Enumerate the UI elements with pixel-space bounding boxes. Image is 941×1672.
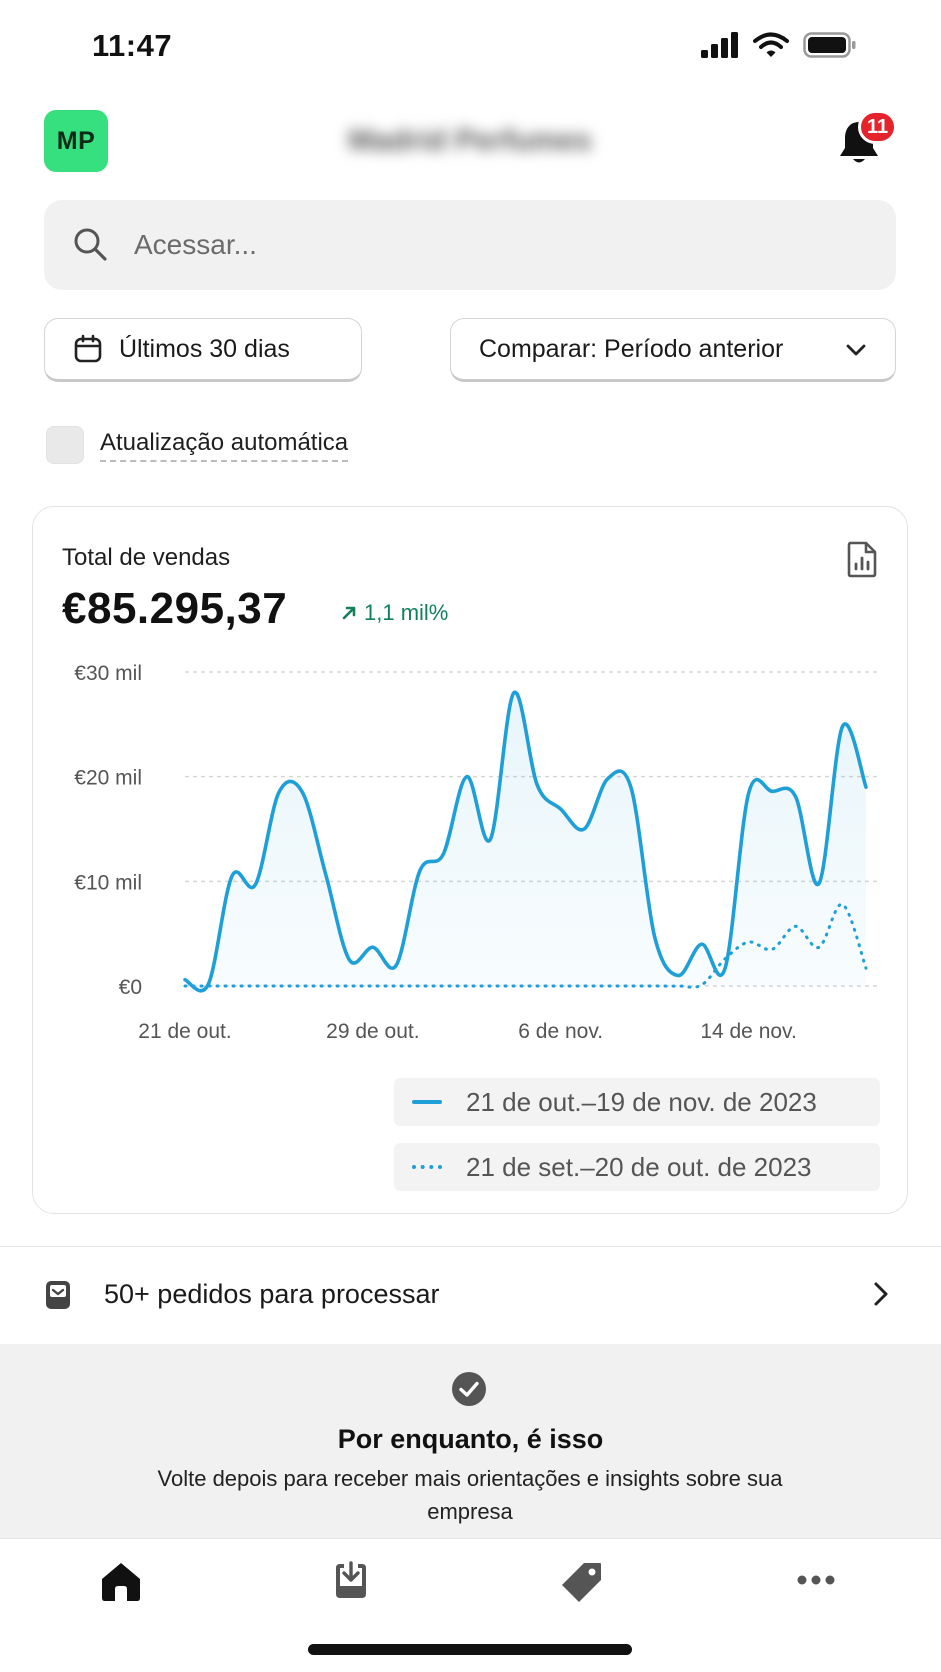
legend-dotted-swatch [412,1165,442,1169]
date-range-label: Últimos 30 dias [119,334,290,363]
sales-change-value: 1,1 mil% [364,600,449,625]
store-name[interactable]: Madrid Perfumes [320,124,620,160]
sales-change: 1,1 mil% [340,600,448,626]
search-input[interactable] [134,200,854,290]
wifi-icon [753,32,789,57]
auto-update-checkbox[interactable] [46,426,84,464]
legend-previous-period: 21 de set.–20 de out. de 2023 [394,1143,880,1191]
report-icon[interactable] [846,540,878,578]
date-range-button[interactable]: Últimos 30 dias [44,318,362,382]
auto-update-row: Atualização automática [46,426,349,464]
chevron-down-icon [846,344,866,356]
calendar-icon [74,334,102,363]
home-indicator [308,1644,632,1655]
empty-state-title: Por enquanto, é isso [337,1424,604,1454]
compare-period-button[interactable]: Comparar: Período anterior [450,318,896,382]
cellular-signal-icon [701,32,738,58]
battery-icon [803,32,856,58]
status-bar: 11:47 [0,0,941,96]
orders-inbox-icon [46,1281,70,1309]
search-icon [74,228,107,261]
arrow-up-right-icon [342,606,356,620]
avatar[interactable]: MP [44,110,108,172]
legend-current-label: 21 de out.–19 de nov. de 2023 [466,1086,817,1117]
products-icon[interactable] [560,1560,604,1604]
status-time: 11:47 [92,28,173,63]
legend-current-period: 21 de out.–19 de nov. de 2023 [394,1078,880,1126]
sales-card-title: Total de vendas [62,544,231,571]
notification-badge: 11 [858,110,898,144]
sales-total: €85.295,37 [62,584,288,633]
status-icons [701,32,857,58]
more-icon[interactable] [796,1572,836,1588]
orders-to-process-row[interactable]: 50+ pedidos para processar [0,1247,941,1343]
compare-label: Comparar: Período anterior [479,334,784,363]
check-circle-icon [452,1372,486,1406]
auto-update-label[interactable]: Atualização automática [100,429,349,462]
legend-previous-label: 21 de set.–20 de out. de 2023 [466,1151,812,1182]
home-screen: 11:47 MP Madrid Perfumes 11 Acessar... Ú… [0,0,941,1672]
home-icon[interactable] [98,1560,144,1604]
orders-label: 50+ pedidos para processar [104,1279,440,1309]
orders-icon[interactable] [330,1560,372,1602]
empty-state-text: Volte depois para receber mais orientaçõ… [157,1466,783,1524]
legend-solid-swatch [412,1100,442,1104]
search-bar[interactable] [44,200,896,290]
chevron-right-icon [874,1282,888,1306]
